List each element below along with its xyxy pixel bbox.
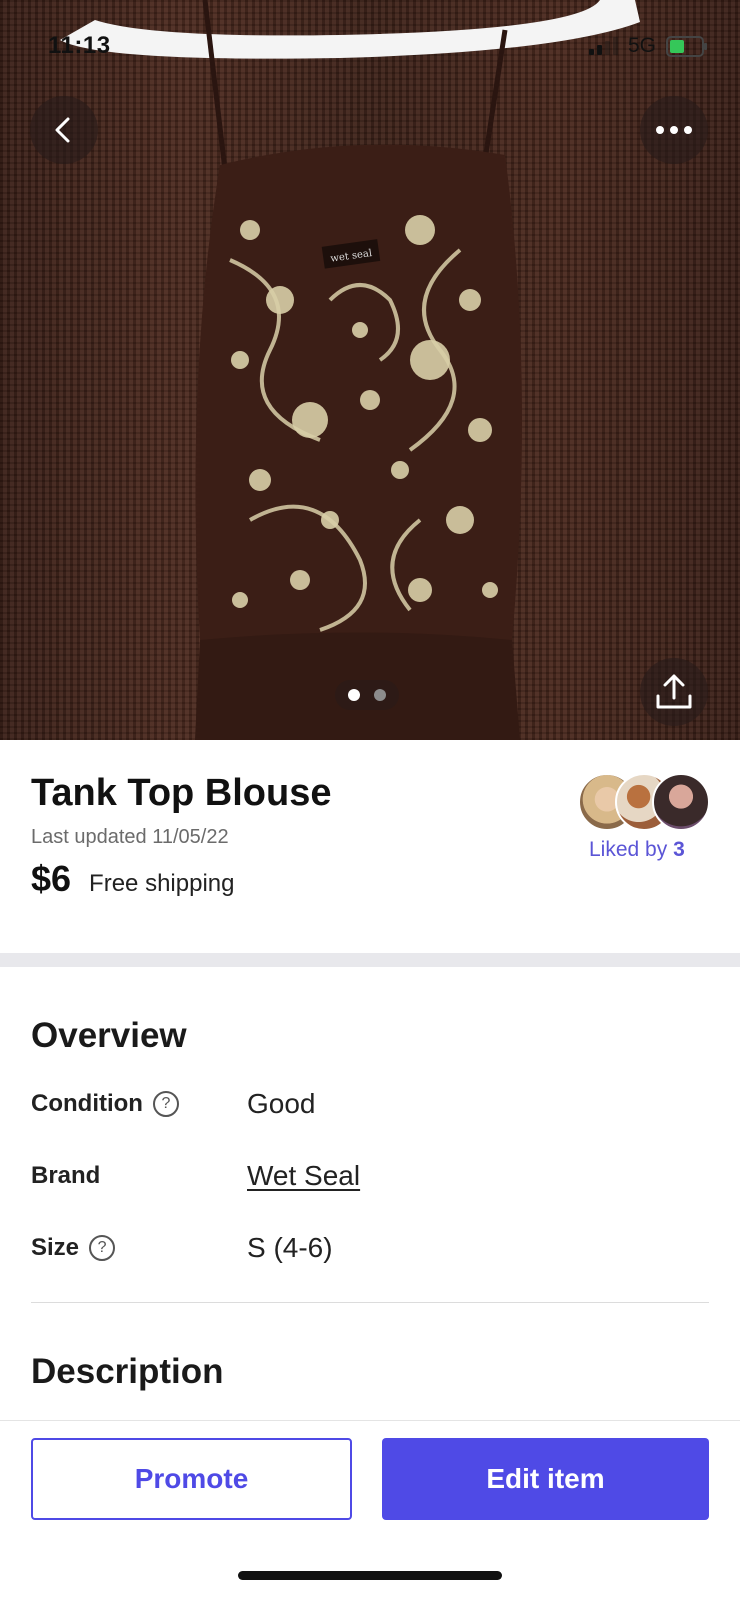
liker-avatars[interactable] [578,773,710,831]
carousel-page-indicator[interactable] [335,680,399,710]
status-time: 11:13 [48,32,111,59]
bottom-action-bar: Promote Edit item [0,1420,740,1601]
price-row: $6 Free shipping [31,858,234,900]
condition-label: Condition [31,1090,143,1117]
more-horizontal-icon [656,126,692,134]
network-type: 5G [627,34,656,57]
more-options-button[interactable] [640,96,708,164]
size-label-group: Size ? [31,1234,116,1262]
cellular-signal-icon [588,37,618,55]
home-indicator [238,1571,502,1580]
item-photo-carousel[interactable]: wet seal 11:13 5G [0,0,740,740]
chevron-left-icon [55,117,70,143]
brand-link[interactable]: Wet Seal [247,1160,360,1192]
liked-by-label: Liked by [589,838,668,861]
size-label: Size [31,1234,80,1261]
overview-row-size: Size ? S (4-6) [31,1230,711,1270]
help-icon[interactable]: ? [152,1091,179,1117]
share-icon [656,674,692,709]
battery-icon [666,35,707,57]
description-title: Description [31,1352,224,1391]
item-header: Tank Top Blouse Last updated 11/05/22 $6… [0,740,740,953]
divider [31,1302,709,1303]
carousel-dot-2[interactable] [374,689,386,701]
overview-row-brand: Brand Wet Seal [31,1158,711,1198]
carousel-dot-1[interactable] [348,689,360,701]
condition-label-group: Condition ? [31,1090,179,1118]
edit-item-button[interactable]: Edit item [382,1438,709,1520]
size-value: S (4-6) [247,1232,333,1263]
share-button[interactable] [640,658,708,726]
last-updated: Last updated 11/05/22 [31,826,229,848]
shipping-info: Free shipping [89,870,235,897]
item-photo: wet seal [60,0,640,740]
status-bar: 11:13 5G [0,0,740,90]
promote-button[interactable]: Promote [31,1438,352,1520]
status-indicators: 5G [588,34,707,58]
condition-value: Good [247,1088,316,1119]
brand-label: Brand [31,1162,101,1189]
overview-row-condition: Condition ? Good [31,1086,711,1126]
item-title: Tank Top Blouse [31,772,332,814]
overview-title: Overview [31,1016,187,1055]
liked-by-count: 3 [673,838,685,861]
item-price: $6 [31,858,72,899]
avatar [652,773,710,831]
liked-by-link[interactable]: Liked by 3 [589,838,685,862]
back-button[interactable] [30,96,98,164]
section-divider [0,953,740,967]
help-icon[interactable]: ? [89,1235,116,1261]
